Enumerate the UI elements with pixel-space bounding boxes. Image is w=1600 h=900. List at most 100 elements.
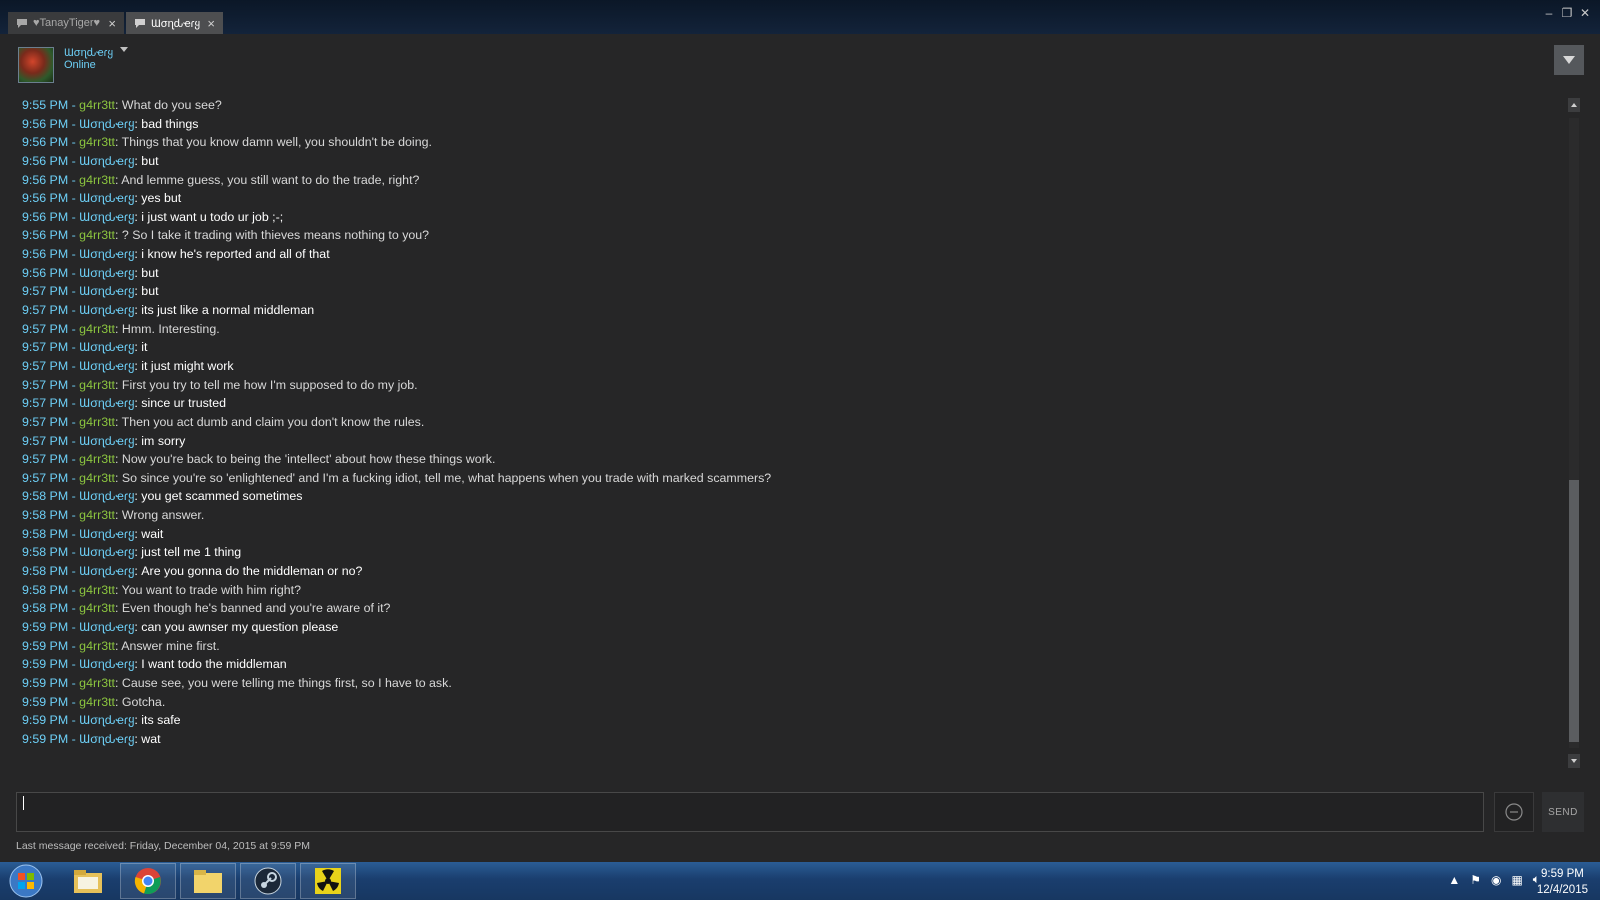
avatar[interactable]: [18, 47, 54, 83]
message-sender[interactable]: g4rr3tt: [79, 471, 115, 485]
message-text: but: [141, 265, 159, 280]
message-timestamp: 9:56 PM: [22, 153, 69, 168]
message-sender[interactable]: Ɯσɳԃҽɾყ: [79, 527, 134, 541]
message-sender[interactable]: g4rr3tt: [79, 601, 115, 615]
message-colon: :: [114, 228, 122, 243]
chat-message: 9:58 PM - Ɯσɳԃҽɾყ: you get scammed somet…: [22, 487, 1512, 506]
chevron-down-icon[interactable]: [120, 47, 128, 52]
chat-message: 9:59 PM - g4rr3tt: Gotcha.: [22, 693, 1512, 712]
message-timestamp: 9:58 PM: [22, 526, 69, 541]
chat-log[interactable]: 9:55 PM - g4rr3tt: What do you see? 9:56 …: [22, 96, 1512, 768]
chrome-tray-icon[interactable]: ◉: [1491, 873, 1501, 887]
action-center-icon[interactable]: ⚑: [1470, 873, 1481, 887]
minimize-icon[interactable]: –: [1542, 6, 1556, 20]
message-sender[interactable]: g4rr3tt: [79, 695, 115, 709]
tab-wondery[interactable]: Ɯσɳԃҽɾყ ×: [126, 12, 223, 34]
message-colon: :: [114, 135, 122, 150]
message-text: What do you see?: [121, 98, 222, 112]
message-sender[interactable]: g4rr3tt: [79, 508, 115, 522]
message-colon: :: [114, 508, 122, 523]
message-sender[interactable]: g4rr3tt: [79, 173, 115, 187]
message-input[interactable]: [16, 792, 1484, 832]
message-sender[interactable]: Ɯσɳԃҽɾყ: [79, 396, 134, 410]
scroll-up-button[interactable]: [1568, 98, 1580, 112]
message-sender[interactable]: Ɯσɳԃҽɾყ: [79, 545, 134, 559]
scroll-down-button[interactable]: [1568, 754, 1580, 768]
send-button[interactable]: SEND: [1542, 792, 1584, 832]
maximize-icon[interactable]: ❐: [1560, 6, 1574, 20]
message-timestamp: 9:57 PM: [22, 377, 69, 392]
close-window-icon[interactable]: ✕: [1578, 6, 1592, 20]
message-timestamp: 9:59 PM: [22, 731, 69, 746]
taskbar-clock[interactable]: 9:59 PM 12/4/2015: [1537, 866, 1588, 898]
chat-scrollbar[interactable]: [1568, 98, 1580, 768]
message-timestamp: 9:56 PM: [22, 265, 69, 280]
chat-message: 9:58 PM - Ɯσɳԃҽɾყ: just tell me 1 thing: [22, 543, 1512, 562]
message-sender[interactable]: Ɯσɳԃҽɾყ: [79, 434, 134, 448]
friend-name[interactable]: Ɯσɳԃҽɾყ: [64, 46, 113, 59]
message-separator: -: [68, 433, 80, 448]
close-icon[interactable]: ×: [207, 16, 215, 31]
taskbar-radiation-app[interactable]: [300, 863, 356, 899]
system-tray: ▲ ⚑ ◉ ▦ 🔈︎: [1448, 872, 1540, 887]
chat-options-button[interactable]: [1554, 45, 1584, 75]
message-sender[interactable]: Ɯσɳԃҽɾყ: [79, 359, 134, 373]
message-sender[interactable]: Ɯσɳԃҽɾყ: [79, 564, 134, 578]
message-timestamp: 9:56 PM: [22, 191, 69, 206]
message-sender[interactable]: g4rr3tt: [79, 98, 115, 112]
message-separator: -: [68, 98, 80, 112]
taskbar-steam[interactable]: [240, 863, 296, 899]
taskbar-explorer[interactable]: [60, 863, 116, 899]
message-sender[interactable]: Ɯσɳԃҽɾყ: [79, 303, 134, 317]
message-text: Wrong answer.: [121, 508, 205, 523]
message-sender[interactable]: g4rr3tt: [79, 415, 115, 429]
message-text: its safe: [141, 713, 181, 728]
start-button[interactable]: [6, 863, 46, 899]
message-sender[interactable]: g4rr3tt: [79, 639, 115, 653]
tab-tanaytiger[interactable]: ♥TanayTiger♥ ×: [8, 12, 124, 34]
close-icon[interactable]: ×: [108, 16, 116, 31]
message-text: Things that you know damn well, you shou…: [121, 135, 432, 150]
scroll-thumb[interactable]: [1569, 480, 1579, 742]
message-separator: -: [68, 172, 80, 187]
message-sender[interactable]: Ɯσɳԃҽɾყ: [79, 191, 134, 205]
chat-message: 9:57 PM - Ɯσɳԃҽɾყ: im sorry: [22, 432, 1512, 451]
message-timestamp: 9:57 PM: [22, 340, 69, 355]
taskbar-chrome[interactable]: [120, 863, 176, 899]
message-sender[interactable]: Ɯσɳԃҽɾყ: [79, 657, 134, 671]
message-sender[interactable]: Ɯσɳԃҽɾყ: [79, 247, 134, 261]
message-timestamp: 9:57 PM: [22, 358, 69, 373]
message-sender[interactable]: g4rr3tt: [79, 378, 115, 392]
message-sender[interactable]: g4rr3tt: [79, 135, 115, 149]
message-sender[interactable]: Ɯσɳԃҽɾყ: [79, 154, 134, 168]
message-separator: -: [68, 340, 80, 355]
message-sender[interactable]: g4rr3tt: [79, 452, 115, 466]
message-sender[interactable]: g4rr3tt: [79, 583, 115, 597]
message-separator: -: [68, 470, 80, 485]
message-sender[interactable]: Ɯσɳԃҽɾყ: [79, 713, 134, 727]
taskbar-folder[interactable]: [180, 863, 236, 899]
message-timestamp: 9:57 PM: [22, 396, 69, 411]
message-text: can you awnser my question please: [141, 619, 339, 634]
message-separator: -: [68, 358, 80, 373]
message-sender[interactable]: Ɯσɳԃҽɾყ: [79, 284, 134, 298]
message-sender[interactable]: g4rr3tt: [79, 228, 115, 242]
message-timestamp: 9:58 PM: [22, 545, 69, 560]
message-sender[interactable]: Ɯσɳԃҽɾყ: [79, 117, 134, 131]
message-sender[interactable]: Ɯσɳԃҽɾყ: [79, 340, 134, 354]
message-sender[interactable]: Ɯσɳԃҽɾყ: [79, 210, 134, 224]
message-sender[interactable]: Ɯσɳԃҽɾყ: [79, 620, 134, 634]
message-separator: -: [68, 564, 80, 579]
message-text: yes but: [141, 191, 182, 206]
chat-window: ♥TanayTiger♥ × Ɯσɳԃҽɾყ × – ❐ ✕ Ɯσɳԃҽɾყ O…: [0, 0, 1600, 862]
message-sender[interactable]: Ɯσɳԃҽɾყ: [79, 489, 134, 503]
message-sender[interactable]: g4rr3tt: [79, 676, 115, 690]
show-hidden-icons-icon[interactable]: ▲: [1448, 873, 1460, 887]
network-icon[interactable]: ▦: [1511, 873, 1522, 887]
chat-message: 9:56 PM - Ɯσɳԃҽɾყ: bad things: [22, 115, 1512, 134]
windows-taskbar: ▲ ⚑ ◉ ▦ 🔈︎ 9:59 PM 12/4/2015: [0, 862, 1600, 900]
message-sender[interactable]: g4rr3tt: [79, 322, 115, 336]
message-sender[interactable]: Ɯσɳԃҽɾყ: [79, 732, 134, 746]
emoticon-button[interactable]: [1494, 792, 1534, 832]
message-sender[interactable]: Ɯσɳԃҽɾყ: [79, 266, 134, 280]
